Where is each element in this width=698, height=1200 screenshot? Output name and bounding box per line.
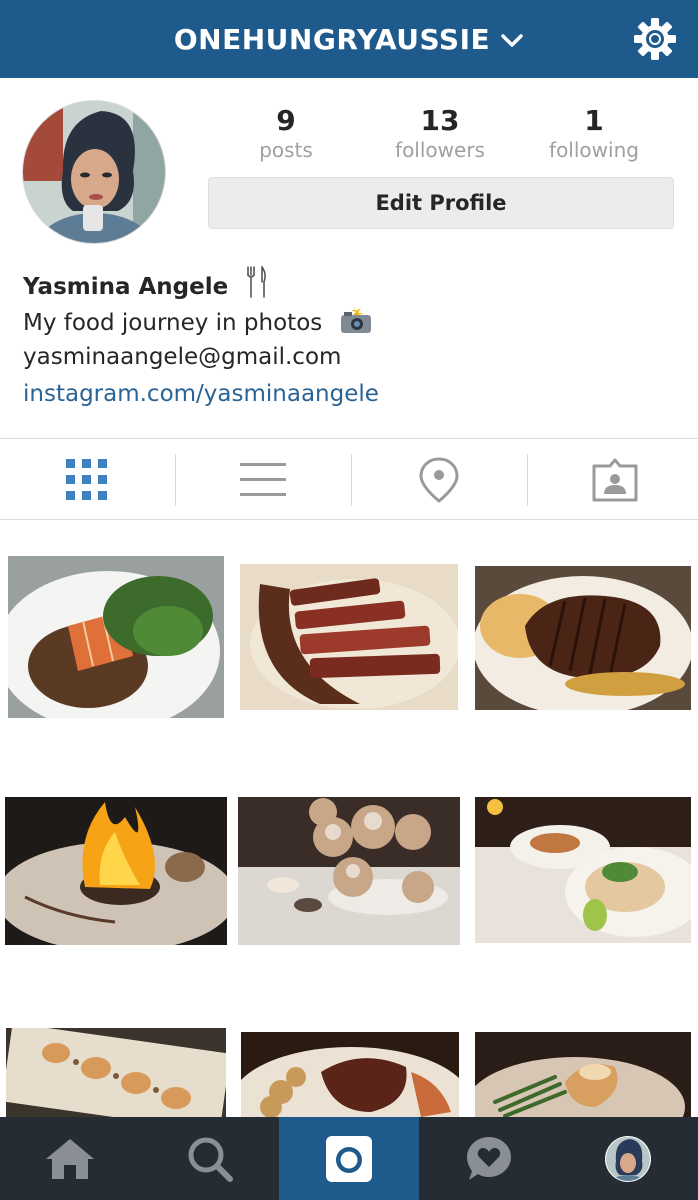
nav-search[interactable] xyxy=(140,1117,279,1200)
nav-profile[interactable] xyxy=(558,1117,698,1200)
location-pin-icon xyxy=(419,457,459,503)
top-bar: ONEHUNGRYAUSSIE xyxy=(0,0,698,78)
list-icon xyxy=(240,463,286,496)
tab-map[interactable] xyxy=(352,439,526,521)
fork-knife-icon xyxy=(247,266,267,298)
nav-camera[interactable] xyxy=(279,1117,419,1200)
followers-label: followers xyxy=(395,138,485,162)
camera-flash-icon xyxy=(340,306,371,333)
search-icon xyxy=(188,1137,233,1182)
view-tabs-bar xyxy=(0,438,698,520)
username-switcher[interactable]: ONEHUNGRYAUSSIE xyxy=(0,0,698,78)
bio-tagline: My food journey in photos xyxy=(23,310,323,336)
following-label: following xyxy=(549,138,639,162)
bio-tagline-line: My food journey in photos xyxy=(23,306,372,336)
display-name: Yasmina Angele xyxy=(23,274,229,300)
photo-tile[interactable] xyxy=(238,797,460,945)
tab-tagged[interactable] xyxy=(528,439,698,521)
following-count: 1 xyxy=(584,104,604,137)
tab-grid[interactable] xyxy=(0,439,174,521)
posts-count: 9 xyxy=(276,104,296,137)
food-photo xyxy=(5,797,227,945)
photo-tile[interactable] xyxy=(475,1032,691,1117)
nav-activity[interactable] xyxy=(419,1117,558,1200)
photo-tile[interactable] xyxy=(240,564,458,710)
chevron-down-icon xyxy=(501,34,523,47)
profile-avatar[interactable] xyxy=(22,100,166,244)
username-title: ONEHUNGRYAUSSIE xyxy=(173,22,491,56)
posts-label: posts xyxy=(259,138,313,162)
stat-posts[interactable]: 9 posts xyxy=(206,104,366,162)
nav-home[interactable] xyxy=(0,1117,140,1200)
home-icon xyxy=(46,1138,94,1179)
stat-following[interactable]: 1 following xyxy=(514,104,674,162)
food-photo xyxy=(241,1032,459,1117)
heart-bubble-icon xyxy=(466,1136,511,1180)
bio-website-link[interactable]: instagram.com/yasminaangele xyxy=(23,381,379,407)
tagged-photo-icon xyxy=(592,458,638,502)
photo-tile[interactable] xyxy=(475,797,691,943)
photo-tile[interactable] xyxy=(5,797,227,945)
avatar-photo xyxy=(23,101,165,243)
food-photo xyxy=(238,797,460,945)
photo-tile[interactable] xyxy=(8,556,224,718)
tab-list[interactable] xyxy=(176,439,350,521)
bottom-nav xyxy=(0,1117,698,1200)
photo-tile[interactable] xyxy=(241,1032,459,1117)
photo-tile[interactable] xyxy=(475,566,691,710)
avatar xyxy=(605,1135,651,1182)
bio-email: yasminaangele@gmail.com xyxy=(23,344,342,370)
photo-tile[interactable] xyxy=(6,1028,226,1117)
food-photo xyxy=(6,1028,226,1117)
food-photo xyxy=(475,1032,691,1117)
food-photo xyxy=(240,564,458,710)
bio-name-line: Yasmina Angele xyxy=(23,266,268,300)
gear-icon[interactable] xyxy=(634,18,676,60)
food-photo xyxy=(8,556,224,718)
food-photo xyxy=(475,566,691,710)
stat-followers[interactable]: 13 followers xyxy=(360,104,520,162)
followers-count: 13 xyxy=(420,104,460,137)
grid-icon xyxy=(66,459,107,500)
camera-icon xyxy=(326,1135,372,1182)
edit-profile-button[interactable]: Edit Profile xyxy=(208,177,674,229)
food-photo xyxy=(475,797,691,943)
